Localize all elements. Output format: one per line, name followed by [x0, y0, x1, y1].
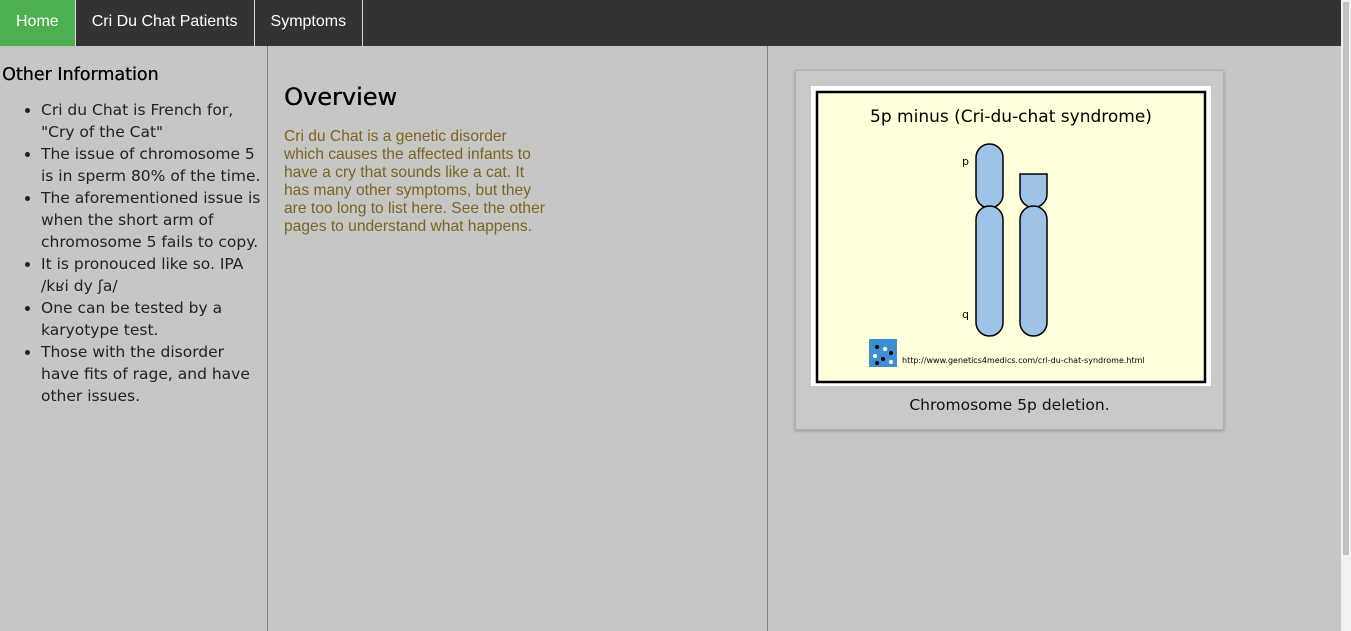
figure-card: 5p minus (Cri-du-chat syndrome) p q http…	[795, 70, 1224, 430]
list-item: The aforementioned issue is when the sho…	[41, 187, 265, 253]
label-q: q	[962, 308, 969, 321]
list-item: One can be tested by a karyotype test.	[41, 297, 265, 341]
list-item: Cri du Chat is French for, "Cry of the C…	[41, 99, 265, 143]
page-title: Overview	[284, 83, 397, 111]
figure-caption: Chromosome 5p deletion.	[909, 396, 1110, 414]
list-item: The issue of chromosome 5 is in sperm 80…	[41, 143, 265, 187]
info-list: Cri du Chat is French for, "Cry of the C…	[0, 99, 267, 407]
scrollbar-thumb[interactable]	[1343, 2, 1349, 555]
figure-column: 5p minus (Cri-du-chat syndrome) p q http…	[768, 46, 1341, 631]
image-title: 5p minus (Cri-du-chat syndrome)	[870, 107, 1152, 127]
list-item: It is pronouced like so. IPA /kʁi dy ʃa/	[41, 253, 265, 297]
main-column: Overview Cri du Chat is a genetic disord…	[268, 46, 768, 631]
genetics4medics-logo-icon	[869, 339, 897, 367]
label-p: p	[962, 155, 969, 168]
nav-symptoms[interactable]: Symptoms	[255, 0, 364, 46]
nav-home[interactable]: Home	[0, 0, 76, 46]
deleted-chromosome	[1019, 173, 1048, 337]
sidebar-heading: Other Information	[2, 65, 159, 85]
chromosome-image: 5p minus (Cri-du-chat syndrome) p q http…	[811, 86, 1211, 386]
page-scrollbar[interactable]	[1341, 0, 1351, 631]
image-url-text: http://www.genetics4medics.com/cri-du-ch…	[902, 356, 1145, 365]
top-navigation: Home Cri Du Chat Patients Symptoms	[0, 0, 1341, 46]
overview-text: Cri du Chat is a genetic disorder which …	[284, 128, 545, 235]
normal-chromosome	[975, 143, 1004, 337]
sidebar-column: Other Information Cri du Chat is French …	[0, 46, 268, 631]
nav-cri-du-chat-patients[interactable]: Cri Du Chat Patients	[76, 0, 255, 46]
list-item: Those with the disorder have fits of rag…	[41, 341, 265, 407]
